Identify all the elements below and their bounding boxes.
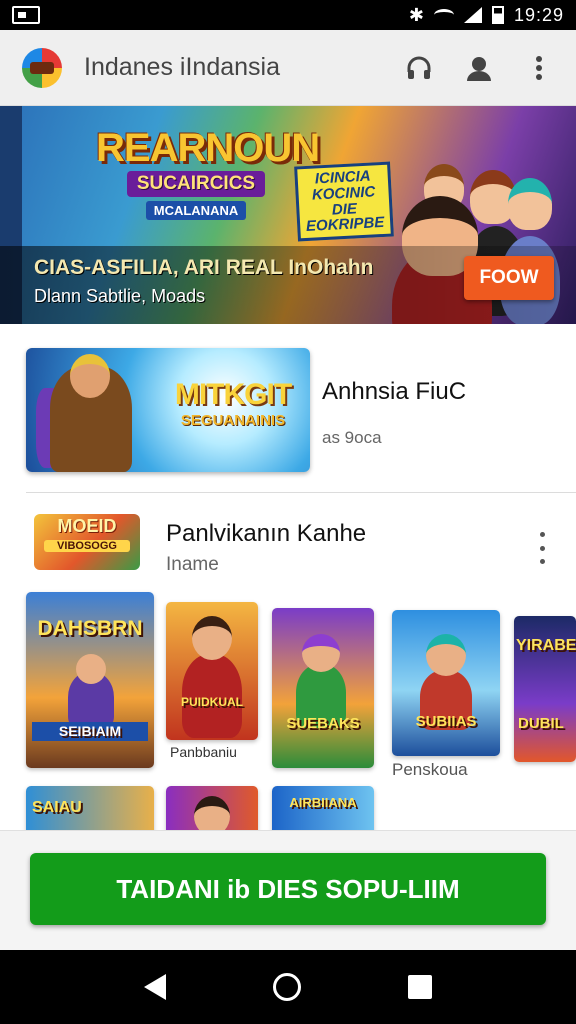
card-label: Penskoua (392, 760, 468, 779)
featured-logo-title: MITKGIT (174, 378, 292, 411)
section-logo-text: MOEID (57, 516, 117, 536)
banner-headline: CIAS-ASFILIA, ARI REAL InOhahn (34, 256, 374, 279)
featured-meta: as 9oca (322, 428, 382, 447)
wifi-icon (433, 9, 454, 21)
game-card[interactable]: YIRABE DUBIL (514, 616, 576, 762)
app-logo[interactable] (22, 47, 62, 88)
signal-icon (463, 7, 482, 23)
game-card[interactable]: SUBIIAS (392, 610, 500, 756)
bluetooth-icon: ✱ (408, 4, 424, 25)
card-title: SUEBAKS (286, 715, 360, 732)
home-icon[interactable] (272, 973, 301, 1001)
card-title: SUBIIAS (415, 713, 477, 730)
hero-figure (426, 634, 466, 676)
section-logo-sub: VIBOSOGG (44, 540, 130, 552)
battery-icon (491, 6, 504, 24)
card-title: SAIAU (32, 799, 82, 816)
featured-title: Anhnsia FiuC (322, 378, 467, 405)
card-subtitle: SEIBIAIM (32, 722, 148, 741)
section-logo: MOEID VIBOSOGG (34, 514, 140, 570)
back-icon[interactable] (143, 974, 166, 1000)
install-area: TAIDANI ib DIES SOPU-LIIM (0, 830, 576, 950)
hero-figure (302, 634, 340, 672)
card-subtitle: DUBIL (518, 715, 564, 732)
hero-figure (192, 616, 232, 660)
app-bar: Indanes iIndansia (0, 30, 576, 106)
card-title: AIRBIIANA (289, 795, 357, 810)
game-card[interactable]: SUEBAKS (272, 608, 374, 768)
hero-figure (508, 178, 552, 230)
game-card[interactable]: PUIDKUAL (166, 602, 258, 740)
featured-thumbnail[interactable]: MITKGIT SEGUANAINIS (26, 348, 310, 472)
nav-bar (0, 950, 576, 1024)
card-caption: Panbbaniu (170, 744, 237, 760)
divider (26, 492, 576, 493)
featured-logo-subtitle: SEGUANAINIS (180, 412, 286, 429)
photo-icon (12, 6, 40, 24)
section-header: MOEID VIBOSOGG Panlvikanın Kanhe Iname (0, 500, 576, 586)
game-card[interactable]: DAHSBRN SEIBIAIM (26, 592, 154, 768)
install-button[interactable]: TAIDANI ib DIES SOPU-LIIM (30, 853, 546, 925)
banner-logo-line: SUCAIRCICS (126, 171, 266, 197)
card-title: YIRABE (516, 637, 576, 654)
banner-logo-line: MCALANANA (145, 201, 247, 220)
banner-logo-line: REARNOUN (96, 126, 320, 170)
banner-follow-button[interactable]: FOOW (464, 256, 554, 300)
section-title: Panlvikanın Kanhe (166, 520, 367, 547)
card-title: DAHSBRN (37, 617, 143, 640)
recents-icon[interactable] (408, 975, 433, 999)
hero-figure (70, 354, 110, 398)
more-vert-icon[interactable] (530, 532, 554, 564)
section-subtitle: Iname (166, 554, 219, 575)
hero-figure (76, 654, 106, 684)
banner-subtext: Dlann Sabtlie, Moads (34, 286, 206, 306)
status-bar: ✱ 19:29 (0, 0, 576, 30)
banner-game-logo: REARNOUN SUCAIRCICS MCALANANA (96, 126, 320, 236)
headset-icon[interactable] (404, 53, 434, 83)
banner-tag: ICINCIA KOCINIC DIE EOKRIPBE (294, 161, 394, 242)
card-title: PUIDKUAL (181, 695, 243, 709)
featured-item[interactable]: MITKGIT SEGUANAINIS Anhnsia FiuC as 9oca (0, 330, 576, 492)
app-title: Indanes iIndansia (84, 53, 280, 81)
featured-game-logo: MITKGIT SEGUANAINIS (170, 378, 296, 429)
banner-tag-line: EOKRIPBE (305, 214, 385, 236)
account-icon[interactable] (464, 53, 494, 83)
more-vert-icon[interactable] (524, 53, 554, 83)
status-time: 19:29 (513, 4, 564, 25)
